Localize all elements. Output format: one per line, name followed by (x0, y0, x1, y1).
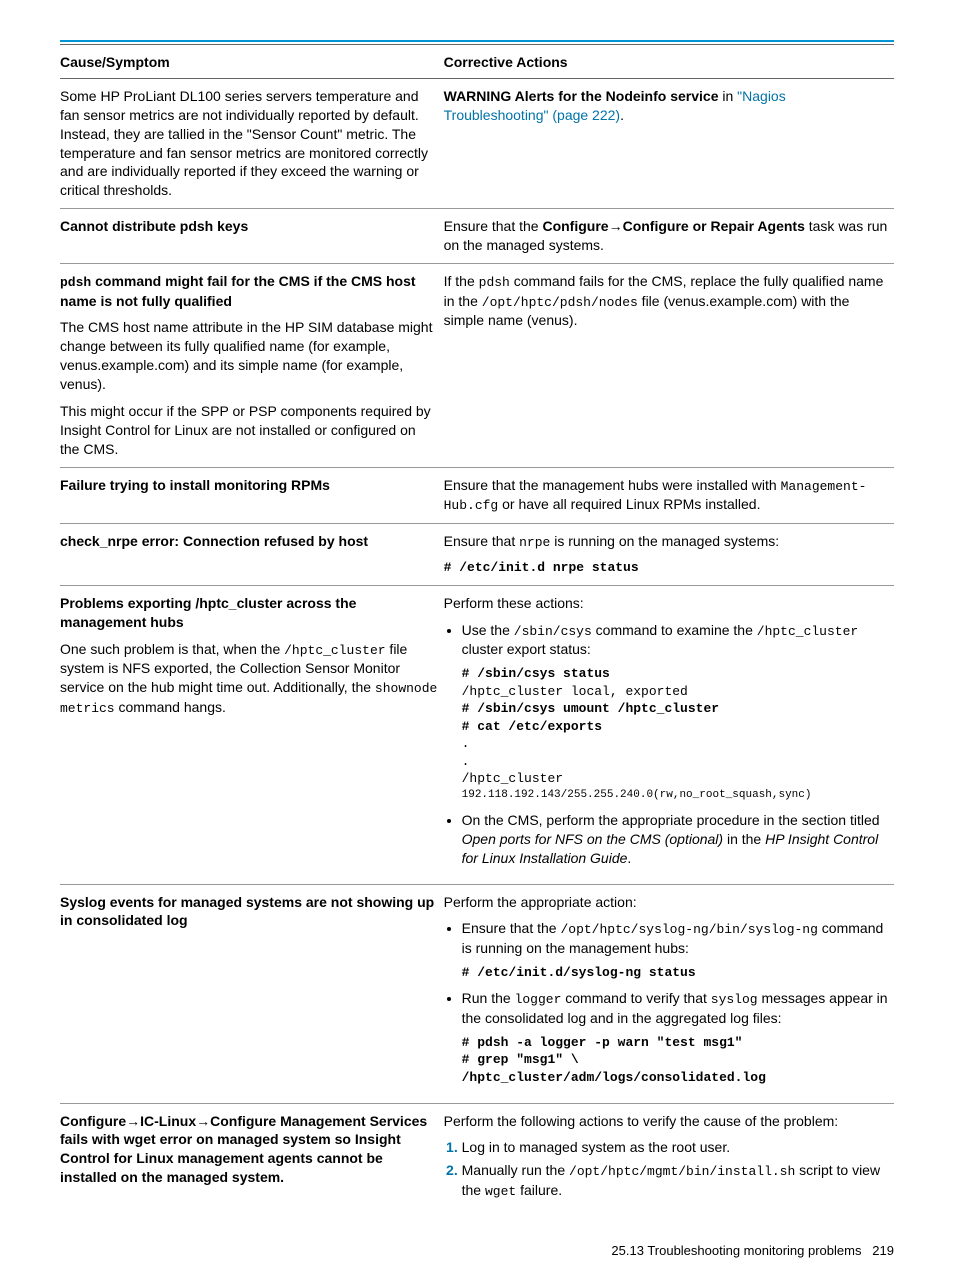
header-action: Corrective Actions (444, 45, 894, 78)
footer-section: 25.13 Troubleshooting monitoring problem… (611, 1243, 861, 1258)
list-item: Run the logger command to verify that sy… (462, 989, 888, 1086)
cause-text: Some HP ProLiant DL100 series servers te… (60, 88, 428, 198)
page-number: 219 (872, 1243, 894, 1258)
action-cell: WARNING Alerts for the Nodeinfo service … (444, 78, 894, 208)
cause-cell: Syslog events for managed systems are no… (60, 884, 444, 1103)
command-block: # /sbin/csys status /hptc_cluster local,… (462, 665, 888, 803)
list-item: Ensure that the /opt/hptc/syslog-ng/bin/… (462, 919, 888, 981)
action-cell: Ensure that nrpe is running on the manag… (444, 523, 894, 585)
action-list: Use the /sbin/csys command to examine th… (462, 621, 888, 868)
command-block: # /etc/init.d/syslog-ng status (462, 964, 888, 982)
cause-cell: Failure trying to install monitoring RPM… (60, 467, 444, 523)
cause-cell: Configure→IC-Linux→Configure Management … (60, 1103, 444, 1212)
list-item: Use the /sbin/csys command to examine th… (462, 621, 888, 803)
action-cell: Ensure that the management hubs were ins… (444, 467, 894, 523)
cause-text: Cannot distribute pdsh keys (60, 218, 248, 234)
troubleshooting-table: Cause/Symptom Corrective Actions Some HP… (60, 45, 894, 1212)
command-block: # /etc/init.d nrpe status (444, 559, 888, 577)
list-item: On the CMS, perform the appropriate proc… (462, 811, 888, 868)
numbered-list: Log in to managed system as the root use… (462, 1138, 888, 1200)
cause-cell: pdsh command might fail for the CMS if t… (60, 264, 444, 468)
list-item: Manually run the /opt/hptc/mgmt/bin/inst… (462, 1161, 888, 1200)
command-block: # pdsh -a logger -p warn "test msg1" # g… (462, 1034, 888, 1087)
table-row: Failure trying to install monitoring RPM… (60, 467, 894, 523)
header-cause: Cause/Symptom (60, 45, 444, 78)
cause-cell: Cannot distribute pdsh keys (60, 209, 444, 264)
table-row: check_nrpe error: Connection refused by … (60, 523, 894, 585)
table-row: Problems exporting /hptc_cluster across … (60, 585, 894, 884)
cause-cell: Problems exporting /hptc_cluster across … (60, 585, 444, 884)
action-cell: Perform the appropriate action: Ensure t… (444, 884, 894, 1103)
warning-label: WARNING Alerts for the Nodeinfo service (444, 88, 719, 104)
action-cell: If the pdsh command fails for the CMS, r… (444, 264, 894, 468)
list-item: Log in to managed system as the root use… (462, 1138, 888, 1157)
table-row: Syslog events for managed systems are no… (60, 884, 894, 1103)
action-list: Ensure that the /opt/hptc/syslog-ng/bin/… (462, 919, 888, 1086)
action-cell: Perform these actions: Use the /sbin/csy… (444, 585, 894, 884)
action-cell: Perform the following actions to verify … (444, 1103, 894, 1212)
page-footer: 25.13 Troubleshooting monitoring problem… (60, 1242, 894, 1260)
table-header-row: Cause/Symptom Corrective Actions (60, 45, 894, 78)
table-row: Some HP ProLiant DL100 series servers te… (60, 78, 894, 208)
cause-cell: Some HP ProLiant DL100 series servers te… (60, 78, 444, 208)
cause-cell: check_nrpe error: Connection refused by … (60, 523, 444, 585)
table-row: Cannot distribute pdsh keys Ensure that … (60, 209, 894, 264)
table-row: pdsh command might fail for the CMS if t… (60, 264, 894, 468)
table-row: Configure→IC-Linux→Configure Management … (60, 1103, 894, 1212)
action-cell: Ensure that the Configure→Configure or R… (444, 209, 894, 264)
